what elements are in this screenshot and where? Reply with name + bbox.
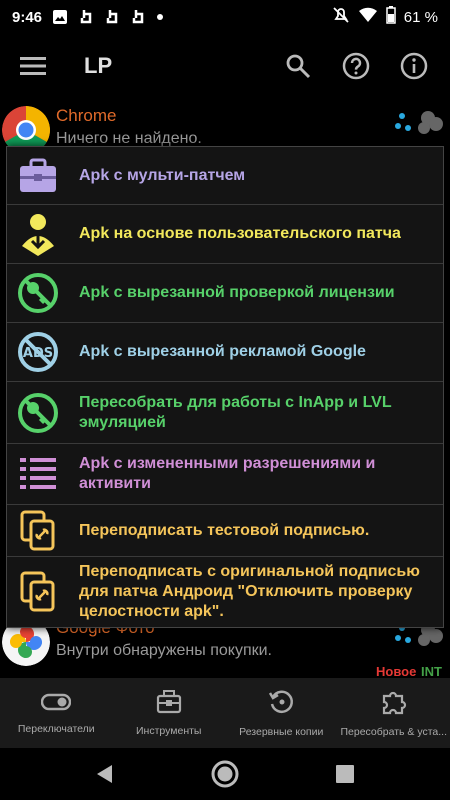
app-status: Внутри обнаружены покупки. [56, 642, 272, 659]
option-label: Apk с вырезанной рекламой Google [79, 343, 366, 360]
option-resign-test[interactable]: Переподписать тестовой подписью. [7, 505, 443, 557]
tag-new: Новое [376, 664, 417, 679]
touch-notification-icon [104, 8, 120, 26]
recents-icon[interactable] [325, 754, 365, 794]
user-download-icon [15, 211, 61, 257]
home-icon[interactable] [205, 754, 245, 794]
toggle-icon [41, 692, 72, 717]
nav-label: Резервные копии [239, 725, 324, 738]
copy-link-icon [15, 508, 61, 554]
puzzle-icon [381, 689, 407, 720]
mute-bell-icon [332, 6, 350, 28]
option-remove-license[interactable]: Apk с вырезанной проверкой лицензии [7, 264, 443, 323]
option-label: Пересобрать для работы с InApp и LVL эму… [79, 393, 392, 431]
nav-label: Инструменты [136, 724, 202, 737]
touch-notification-icon [130, 8, 146, 26]
no-ads-icon: ADS [15, 329, 61, 375]
image-notification-icon [52, 9, 68, 25]
dot-icon [156, 13, 164, 21]
option-label: Apk с мульти-патчем [79, 166, 246, 184]
tag-int: INT [421, 664, 442, 679]
option-permissions[interactable]: Apk с измененными разрешениями и активит… [7, 444, 443, 505]
search-icon[interactable] [280, 48, 316, 84]
nav-label: Пересобрать & уста... [340, 725, 448, 738]
nav-rebuild-install[interactable]: Пересобрать & уста... [338, 678, 450, 748]
bottom-navigation: Переключатели Инструменты Резервные копи… [0, 678, 450, 748]
svg-text:ADS: ADS [23, 346, 53, 361]
no-license-icon [15, 390, 61, 436]
touch-notification-icon [78, 8, 94, 26]
menu-icon[interactable] [18, 51, 48, 81]
briefcase-icon [15, 153, 61, 199]
nav-toggles[interactable]: Переключатели [0, 678, 113, 748]
option-label: Apk на основе пользовательского патча [79, 225, 401, 242]
permissions-list-icon [15, 451, 61, 497]
back-icon[interactable] [85, 754, 125, 794]
nav-tools[interactable]: Инструменты [113, 678, 226, 748]
option-label: Переподписать тестовой подписью. [79, 521, 370, 539]
battery-icon [386, 6, 396, 28]
app-title: LP [84, 53, 113, 78]
option-multi-patch[interactable]: Apk с мульти-патчем [7, 147, 443, 205]
battery-percent: 61 % [403, 8, 438, 26]
status-dots-icon [394, 106, 444, 136]
app-toolbar: LP [0, 34, 450, 98]
option-inapp-lvl[interactable]: Пересобрать для работы с InApp и LVL эму… [7, 382, 443, 444]
copy-link-icon [15, 569, 61, 615]
nav-label: Переключатели [17, 722, 95, 735]
nav-backups[interactable]: Резервные копии [225, 678, 338, 748]
status-bar: 9:46 61 % [0, 0, 450, 34]
no-license-icon [15, 270, 61, 316]
help-icon[interactable] [338, 48, 374, 84]
option-remove-ads[interactable]: ADS Apk с вырезанной рекламой Google [7, 323, 443, 382]
app-name: Chrome [56, 106, 117, 125]
backup-icon [268, 689, 294, 720]
wifi-icon [358, 7, 378, 27]
option-label: Apk с измененными разрешениями и активит… [79, 455, 376, 492]
option-resign-original[interactable]: Переподписать с оригинальной подписью дл… [7, 557, 443, 627]
status-time: 9:46 [12, 8, 43, 26]
option-label: Переподписать с оригинальной подписью дл… [79, 563, 420, 620]
rebuild-options-dialog: Apk с мульти-патчем Apk на основе пользо… [6, 146, 444, 628]
toolbox-icon [156, 689, 182, 719]
option-label: Apk с вырезанной проверкой лицензии [79, 284, 395, 301]
info-icon[interactable] [396, 48, 432, 84]
system-navigation [0, 748, 450, 800]
option-custom-patch[interactable]: Apk на основе пользовательского патча [7, 205, 443, 264]
